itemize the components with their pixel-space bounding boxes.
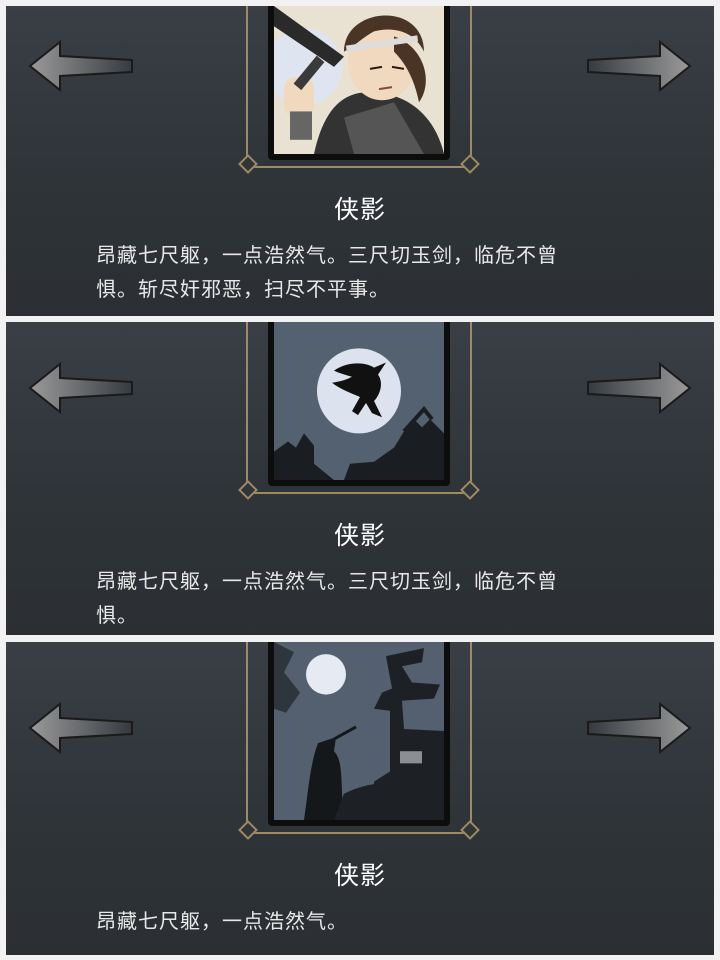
leaping-shadow-moon-art [274, 322, 444, 480]
character-description: 昂藏七尺躯，一点浩然气。 [96, 904, 636, 938]
next-arrow-button[interactable] [584, 358, 694, 418]
description-line: 昂藏七尺躯，一点浩然气。三尺切玉剑，临危不曾 [96, 243, 558, 267]
prev-arrow-button[interactable] [26, 36, 136, 96]
character-description: 昂藏七尺躯，一点浩然气。三尺切玉剑，临危不曾 惧。斩尽奸邪恶，扫尽不平事。 [96, 238, 636, 306]
arrow-right-icon [587, 361, 692, 415]
story-panel-2: 侠影 昂藏七尺躯，一点浩然气。三尺切玉剑，临危不曾 惧。 [6, 322, 714, 635]
description-line: 昂藏七尺躯，一点浩然气。 [96, 909, 348, 933]
swordsman-portrait-art [274, 6, 444, 154]
description-line: 惧。斩尽奸邪恶，扫尽不平事。 [96, 277, 390, 301]
card-frame [246, 6, 472, 168]
character-description: 昂藏七尺躯，一点浩然气。三尺切玉剑，临危不曾 惧。 [96, 564, 636, 632]
figure-pagoda-moon-art [274, 642, 444, 820]
description-line: 惧。 [96, 603, 138, 627]
story-panel-3: 侠影 昂藏七尺躯，一点浩然气。 [6, 642, 714, 955]
story-card-image[interactable] [268, 322, 450, 486]
prev-arrow-button[interactable] [26, 698, 136, 758]
character-name: 侠影 [333, 195, 386, 224]
card-frame [246, 642, 472, 834]
arrow-right-icon [587, 39, 692, 93]
arrow-left-icon [28, 39, 133, 93]
next-arrow-button[interactable] [584, 36, 694, 96]
story-card-image[interactable] [268, 642, 450, 826]
character-name: 侠影 [333, 521, 386, 550]
card-frame [246, 322, 472, 494]
story-panel-1: 侠影 昂藏七尺躯，一点浩然气。三尺切玉剑，临危不曾 惧。斩尽奸邪恶，扫尽不平事。 [6, 6, 714, 316]
story-card-image[interactable] [268, 6, 450, 160]
next-arrow-button[interactable] [584, 698, 694, 758]
arrow-right-icon [587, 701, 692, 755]
prev-arrow-button[interactable] [26, 358, 136, 418]
character-name: 侠影 [333, 861, 386, 890]
arrow-left-icon [28, 701, 133, 755]
arrow-left-icon [28, 361, 133, 415]
description-line: 昂藏七尺躯，一点浩然气。三尺切玉剑，临危不曾 [96, 569, 558, 593]
